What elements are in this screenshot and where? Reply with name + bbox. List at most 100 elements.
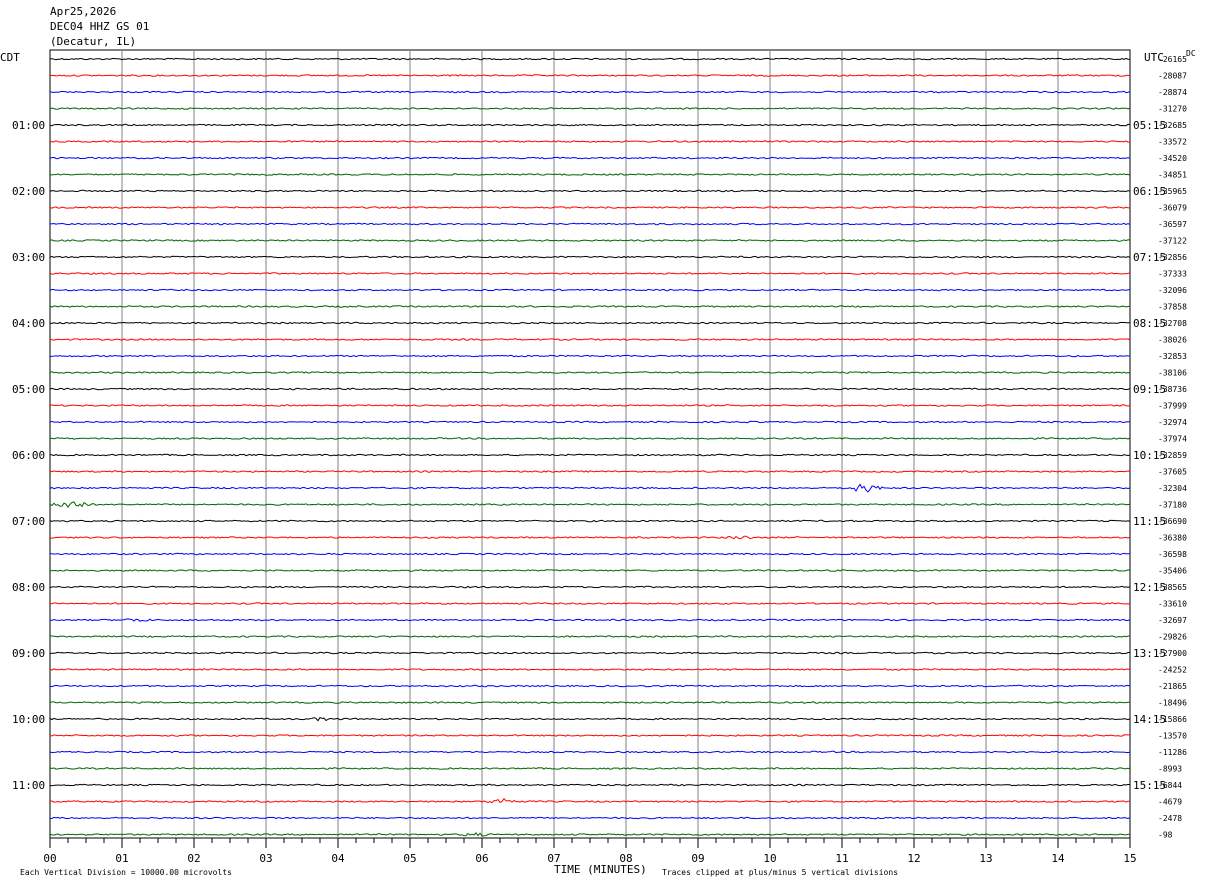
dc-value-label: -34520	[1158, 154, 1187, 163]
dc-value-label: -37180	[1158, 501, 1187, 510]
x-tick-label: 06	[475, 852, 488, 865]
trace-row	[49, 189, 1131, 193]
right-hour-label: 10:15	[1133, 449, 1166, 462]
trace-row	[49, 716, 1131, 722]
trace-row	[49, 501, 1131, 508]
x-axis-label: TIME (MINUTES)	[554, 863, 647, 876]
trace-row	[49, 535, 1131, 540]
trace-row	[49, 569, 1131, 572]
vertical-division-note: Each Vertical Division = 10000.00 microv…	[20, 868, 232, 877]
x-tick-label: 01	[115, 852, 128, 865]
trace-row	[49, 305, 1131, 308]
tick-layer	[49, 838, 1131, 848]
dc-value-label: -24252	[1158, 666, 1187, 675]
trace-row	[49, 783, 1130, 787]
dc-value-label: -38026	[1158, 336, 1187, 345]
dc-value-label: -34851	[1158, 171, 1187, 180]
trace-row	[49, 635, 1131, 638]
trace-row	[49, 288, 1130, 292]
dc-value-label: -2478	[1158, 814, 1182, 823]
dc-value-label: -33572	[1158, 138, 1187, 147]
dc-value-label: -28087	[1158, 72, 1187, 81]
trace-row	[49, 585, 1131, 589]
left-hour-label: 11:00	[12, 779, 45, 792]
trace-row	[49, 387, 1131, 391]
clip-note: Traces clipped at plus/minus 5 vertical …	[662, 868, 898, 877]
right-hour-label: 09:15	[1133, 383, 1166, 396]
trace-row	[49, 321, 1131, 325]
left-hour-label: 05:00	[12, 383, 45, 396]
left-hour-label: 07:00	[12, 515, 45, 528]
dc-value-label: -36598	[1158, 550, 1187, 559]
trace-row	[49, 156, 1131, 160]
dc-value-label: -32096	[1158, 286, 1187, 295]
x-tick-label: 02	[187, 852, 200, 865]
trace-row	[49, 255, 1131, 259]
x-tick-label: 11	[835, 852, 848, 865]
x-tick-label: 05	[403, 852, 416, 865]
dc-value-label: -37858	[1158, 303, 1187, 312]
trace-row	[49, 57, 1131, 61]
dc-value-label: -38106	[1158, 369, 1187, 378]
dc-value-label: -98	[1158, 831, 1173, 840]
dc-value-label: -32974	[1158, 418, 1187, 427]
trace-row	[49, 797, 1130, 804]
trace-row	[49, 107, 1131, 110]
dc-value-label: -28874	[1158, 88, 1187, 97]
header-station: DEC04 HHZ GS 01	[50, 20, 149, 33]
dc-value-label: -32853	[1158, 352, 1187, 361]
dc-label: DC	[1186, 49, 1196, 58]
dc-value-label: -21865	[1158, 682, 1187, 691]
trace-row	[49, 618, 1131, 622]
left-hour-label: 01:00	[12, 119, 45, 132]
dc-value-label: -37122	[1158, 237, 1187, 246]
x-tick-label: 15	[1123, 852, 1136, 865]
trace-row	[49, 519, 1131, 523]
dc-value-label: -37999	[1158, 402, 1187, 411]
trace-row	[49, 123, 1131, 127]
left-hour-label: 04:00	[12, 317, 45, 330]
trace-row	[49, 74, 1131, 77]
dc-value-label: -33610	[1158, 600, 1187, 609]
x-tick-label: 09	[691, 852, 704, 865]
seismogram-chart: -26165-28087-28874-31270-32685-33572-345…	[0, 5, 1196, 877]
dc-value-label: -13570	[1158, 732, 1187, 741]
right-hour-label: 05:15	[1133, 119, 1166, 132]
trace-row	[49, 602, 1131, 605]
right-timezone-label: UTC	[1144, 51, 1164, 64]
x-tick-label: 14	[1051, 852, 1065, 865]
trace-row	[49, 734, 1130, 737]
dc-value-label: -36380	[1158, 534, 1187, 543]
trace-row	[49, 832, 1131, 837]
right-hour-label: 07:15	[1133, 251, 1166, 264]
dc-value-label: -32304	[1158, 484, 1187, 493]
label-layer: -26165-28087-28874-31270-32685-33572-345…	[12, 55, 1187, 865]
trace-row	[49, 338, 1131, 341]
right-hour-label: 11:15	[1133, 515, 1166, 528]
dc-value-label: -32697	[1158, 616, 1187, 625]
x-tick-label: 00	[43, 852, 56, 865]
left-hour-label: 02:00	[12, 185, 45, 198]
left-hour-label: 09:00	[12, 647, 45, 660]
dc-value-label: -37974	[1158, 435, 1187, 444]
dc-value-label: -37333	[1158, 270, 1187, 279]
dc-value-label: -35406	[1158, 567, 1187, 576]
trace-row	[49, 206, 1130, 209]
trace-row	[49, 668, 1131, 671]
right-hour-label: 08:15	[1133, 317, 1166, 330]
left-timezone-label: CDT	[0, 51, 20, 64]
header-location: (Decatur, IL)	[50, 35, 136, 48]
trace-row	[49, 420, 1131, 424]
x-tick-label: 13	[979, 852, 992, 865]
trace-row	[49, 816, 1131, 820]
dc-value-label: -11286	[1158, 748, 1187, 757]
dc-value-label: -36597	[1158, 220, 1187, 229]
left-hour-label: 10:00	[12, 713, 45, 726]
trace-row	[49, 404, 1131, 407]
dc-value-label: -4679	[1158, 798, 1182, 807]
trace-row	[49, 371, 1131, 374]
dc-value-label: -8993	[1158, 765, 1182, 774]
trace-row	[49, 750, 1131, 754]
trace-row	[49, 239, 1131, 242]
left-hour-label: 08:00	[12, 581, 45, 594]
